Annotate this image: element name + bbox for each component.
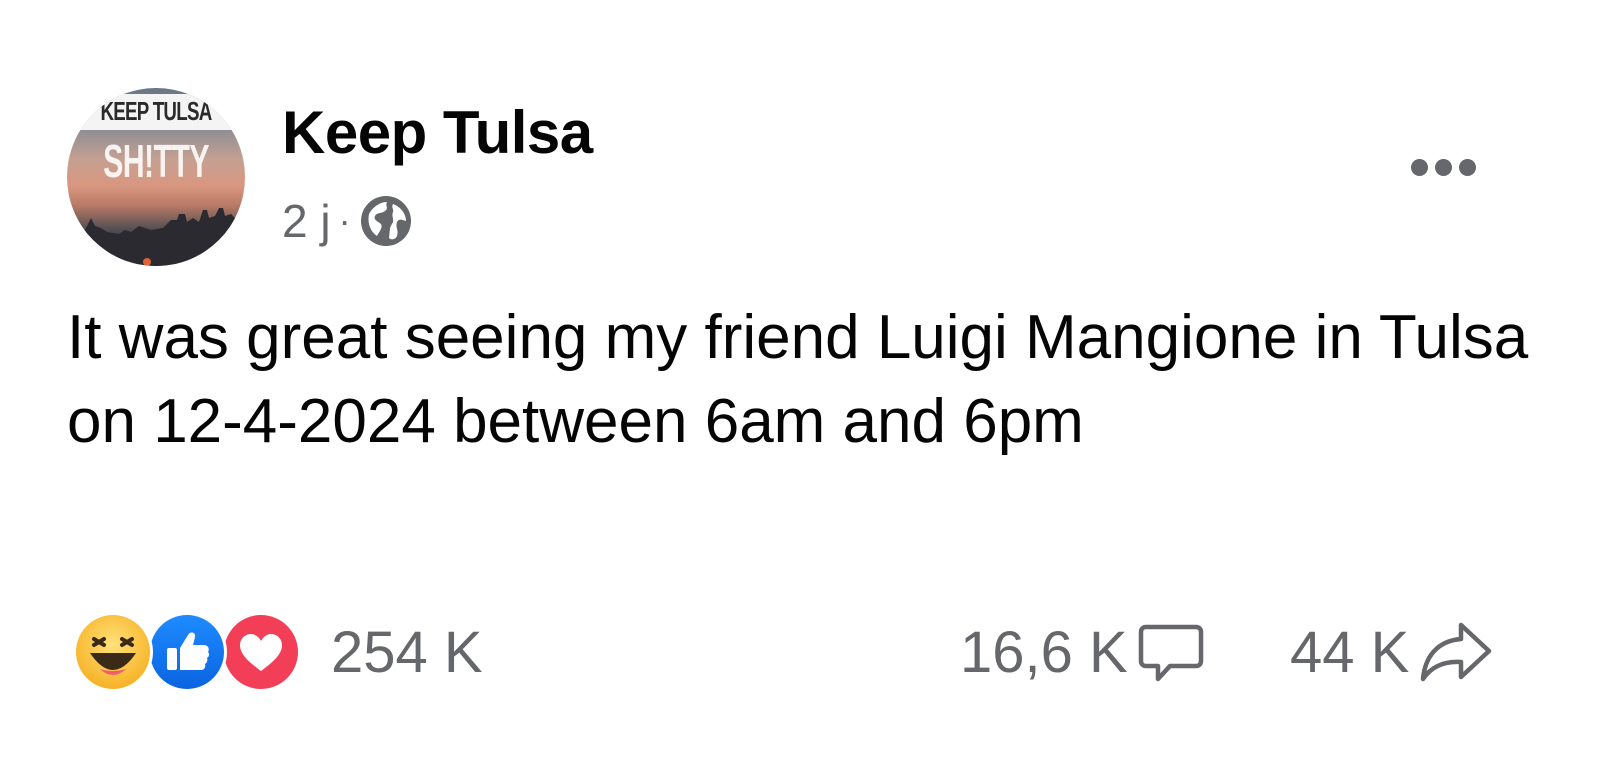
more-options-icon[interactable] [1398,142,1488,192]
avatar-logo-text-top: KEEP TULSA [100,96,212,126]
meta-separator: · [338,200,351,241]
dot-2 [1434,158,1452,176]
haha-reaction-icon [73,612,153,692]
comments-count: 16,6 K [960,619,1128,685]
post-meta: 2 j · [282,190,413,252]
post-card: KEEP TULSA SH!TTY Keep Tulsa 2 j · It wa… [0,0,1600,774]
like-reaction-icon [147,612,227,692]
globe-icon [360,196,411,246]
love-reaction-icon [221,612,301,692]
skyline-image [67,208,245,266]
comment-icon [1138,624,1203,682]
author-name[interactable]: Keep Tulsa [282,98,593,167]
reactions-summary[interactable]: 254 K [73,610,483,694]
comments-count-button[interactable]: 16,6 K [960,612,1206,692]
shares-count-button[interactable]: 44 K [1290,612,1493,692]
page-avatar[interactable]: KEEP TULSA SH!TTY [67,88,245,266]
post-time[interactable]: 2 j [282,194,331,248]
dot-3 [1458,158,1476,176]
dot-1 [1410,158,1428,176]
share-icon [1421,622,1492,682]
reaction-count: 254 K [331,619,483,685]
avatar-logo-text-main: SH!TTY [103,135,209,187]
shares-count: 44 K [1290,619,1410,685]
post-text: It was great seeing my friend Luigi Mang… [67,303,1529,456]
